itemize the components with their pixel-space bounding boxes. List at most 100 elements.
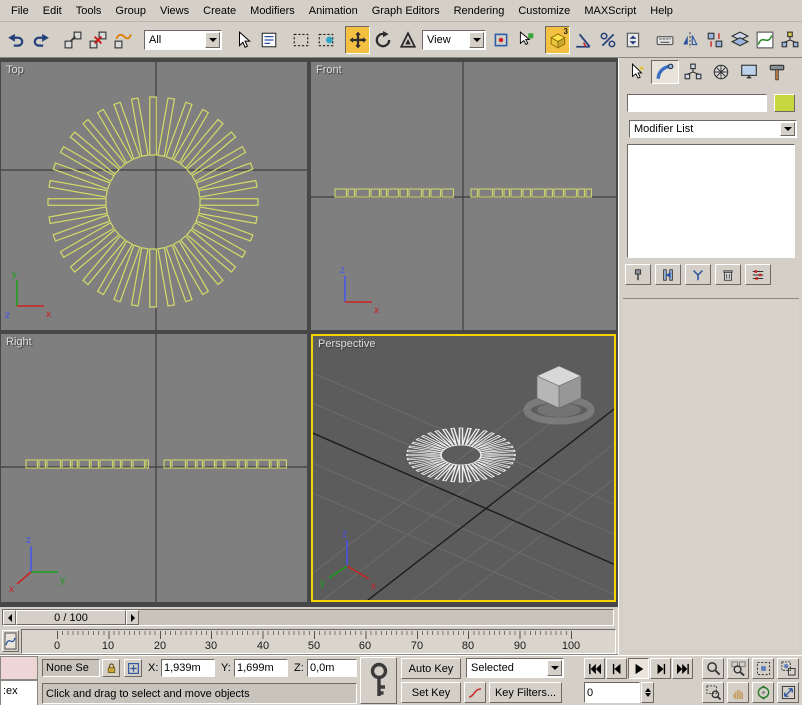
absolute-offset-mode-toggle[interactable]	[124, 659, 142, 677]
set-key-button[interactable]: Set Key	[401, 682, 461, 703]
selection-filter-dropdown[interactable]: All	[144, 30, 222, 50]
redo-button[interactable]	[28, 26, 53, 54]
pin-stack-button[interactable]	[625, 264, 651, 285]
next-frame-arrow[interactable]	[126, 610, 139, 625]
viewport-top[interactable]: y x z Top	[1, 62, 307, 330]
key-filters-button[interactable]: Key Filters...	[489, 682, 562, 703]
percent-snap-toggle-button[interactable]	[595, 26, 620, 54]
select-by-name-button[interactable]	[256, 26, 281, 54]
viewport-perspective[interactable]: z x y Perspective	[311, 334, 616, 602]
zoom-button[interactable]	[702, 658, 724, 679]
make-unique-button[interactable]	[685, 264, 711, 285]
x-coordinate-field[interactable]	[161, 659, 215, 677]
snaps-toggle-button[interactable]: 3	[545, 26, 570, 54]
reference-coordinate-system-dropdown[interactable]: View	[422, 30, 486, 50]
tab-modify[interactable]	[651, 60, 679, 84]
spinner-snap-toggle-button[interactable]	[620, 26, 645, 54]
tab-hierarchy[interactable]	[679, 60, 707, 84]
undo-button[interactable]	[3, 26, 28, 54]
viewport-label-right[interactable]: Right	[6, 336, 32, 348]
timeline-ruler[interactable]: 0 10 20 30 40 50 60 70 80 90 100	[21, 629, 616, 654]
percent-snap-icon	[599, 31, 617, 49]
menu-tools[interactable]: Tools	[69, 2, 109, 20]
menu-edit[interactable]: Edit	[36, 2, 69, 20]
schematic-view-button[interactable]	[777, 26, 802, 54]
viewport-right[interactable]: z y x Right	[1, 334, 307, 602]
select-and-move-button[interactable]	[345, 26, 370, 54]
play-animation-button[interactable]	[628, 658, 649, 679]
modifier-list-dropdown[interactable]: Modifier List	[629, 120, 797, 138]
previous-frame-arrow[interactable]	[3, 610, 16, 625]
menu-maxscript[interactable]: MAXScript	[577, 2, 643, 20]
frame-spinner[interactable]	[641, 682, 654, 703]
toolbar-separator	[281, 26, 288, 54]
window-crossing-toggle-button[interactable]	[313, 26, 338, 54]
key-mode-dropdown[interactable]: Selected	[466, 658, 564, 678]
select-and-link-button[interactable]	[60, 26, 85, 54]
menu-customize[interactable]: Customize	[511, 2, 577, 20]
zoom-all-button[interactable]	[727, 658, 749, 679]
maximize-viewport-toggle-button[interactable]	[777, 682, 799, 703]
macro-recorder-pane[interactable]	[0, 656, 38, 680]
mirror-button[interactable]	[677, 26, 702, 54]
time-slider-track[interactable]: 0 / 100	[2, 609, 614, 626]
tab-display[interactable]	[735, 60, 763, 84]
curve-editor-button[interactable]	[752, 26, 777, 54]
viewport-front[interactable]: z x Front	[311, 62, 616, 330]
default-tangent-button[interactable]	[464, 682, 486, 703]
current-frame-field[interactable]	[584, 682, 640, 703]
tab-utilities[interactable]	[763, 60, 791, 84]
menu-group[interactable]: Group	[108, 2, 153, 20]
zoom-extents-button[interactable]	[752, 658, 774, 679]
menu-help[interactable]: Help	[643, 2, 680, 20]
time-slider-grip[interactable]: 0 / 100	[16, 610, 126, 625]
zoom-extents-all-button[interactable]	[777, 658, 799, 679]
configure-modifier-sets-button[interactable]	[745, 264, 771, 285]
select-object-button[interactable]	[231, 26, 256, 54]
rollout-area[interactable]	[623, 298, 799, 650]
show-end-result-button[interactable]	[655, 264, 681, 285]
menu-file[interactable]: File	[4, 2, 36, 20]
unlink-selection-button[interactable]	[85, 26, 110, 54]
next-frame-button[interactable]	[650, 658, 671, 679]
object-name-input[interactable]	[627, 94, 767, 112]
menu-animation[interactable]: Animation	[302, 2, 365, 20]
menu-views[interactable]: Views	[153, 2, 196, 20]
select-and-rotate-button[interactable]	[370, 26, 395, 54]
tab-create[interactable]	[623, 60, 651, 84]
viewport-label-perspective[interactable]: Perspective	[318, 338, 375, 350]
bind-to-space-warp-button[interactable]	[110, 26, 135, 54]
layer-manager-button[interactable]	[727, 26, 752, 54]
object-color-swatch[interactable]	[774, 94, 795, 112]
set-keys-button[interactable]	[360, 657, 397, 704]
arc-rotate-button[interactable]	[752, 682, 774, 703]
previous-frame-button[interactable]	[606, 658, 627, 679]
tab-motion[interactable]	[707, 60, 735, 84]
use-pivot-point-center-button[interactable]	[488, 26, 513, 54]
select-and-scale-button[interactable]	[395, 26, 420, 54]
remove-modifier-button[interactable]	[715, 264, 741, 285]
viewport-label-top[interactable]: Top	[6, 64, 24, 76]
mini-curve-editor-button[interactable]	[2, 630, 19, 652]
viewport-label-front[interactable]: Front	[316, 64, 342, 76]
maxscript-listener-pane[interactable]: :ex	[0, 680, 38, 705]
pan-view-button[interactable]	[727, 682, 749, 703]
y-coordinate-field[interactable]	[234, 659, 288, 677]
auto-key-button[interactable]: Auto Key	[401, 658, 461, 679]
menu-modifiers[interactable]: Modifiers	[243, 2, 302, 20]
go-to-start-button[interactable]	[584, 658, 605, 679]
rectangular-selection-button[interactable]	[288, 26, 313, 54]
modifier-stack-list[interactable]	[627, 144, 795, 258]
selection-lock-toggle[interactable]	[102, 659, 120, 677]
menu-rendering[interactable]: Rendering	[447, 2, 512, 20]
z-coordinate-field[interactable]	[307, 659, 357, 677]
menu-graph-editors[interactable]: Graph Editors	[365, 2, 447, 20]
go-to-end-button[interactable]	[672, 658, 693, 679]
angle-snap-toggle-button[interactable]	[570, 26, 595, 54]
align-button[interactable]	[702, 26, 727, 54]
select-and-manipulate-button[interactable]	[513, 26, 538, 54]
sunburst-object-top[interactable]	[48, 97, 258, 307]
region-zoom-button[interactable]	[702, 682, 724, 703]
keyboard-shortcut-override-button[interactable]	[652, 26, 677, 54]
menu-create[interactable]: Create	[196, 2, 243, 20]
